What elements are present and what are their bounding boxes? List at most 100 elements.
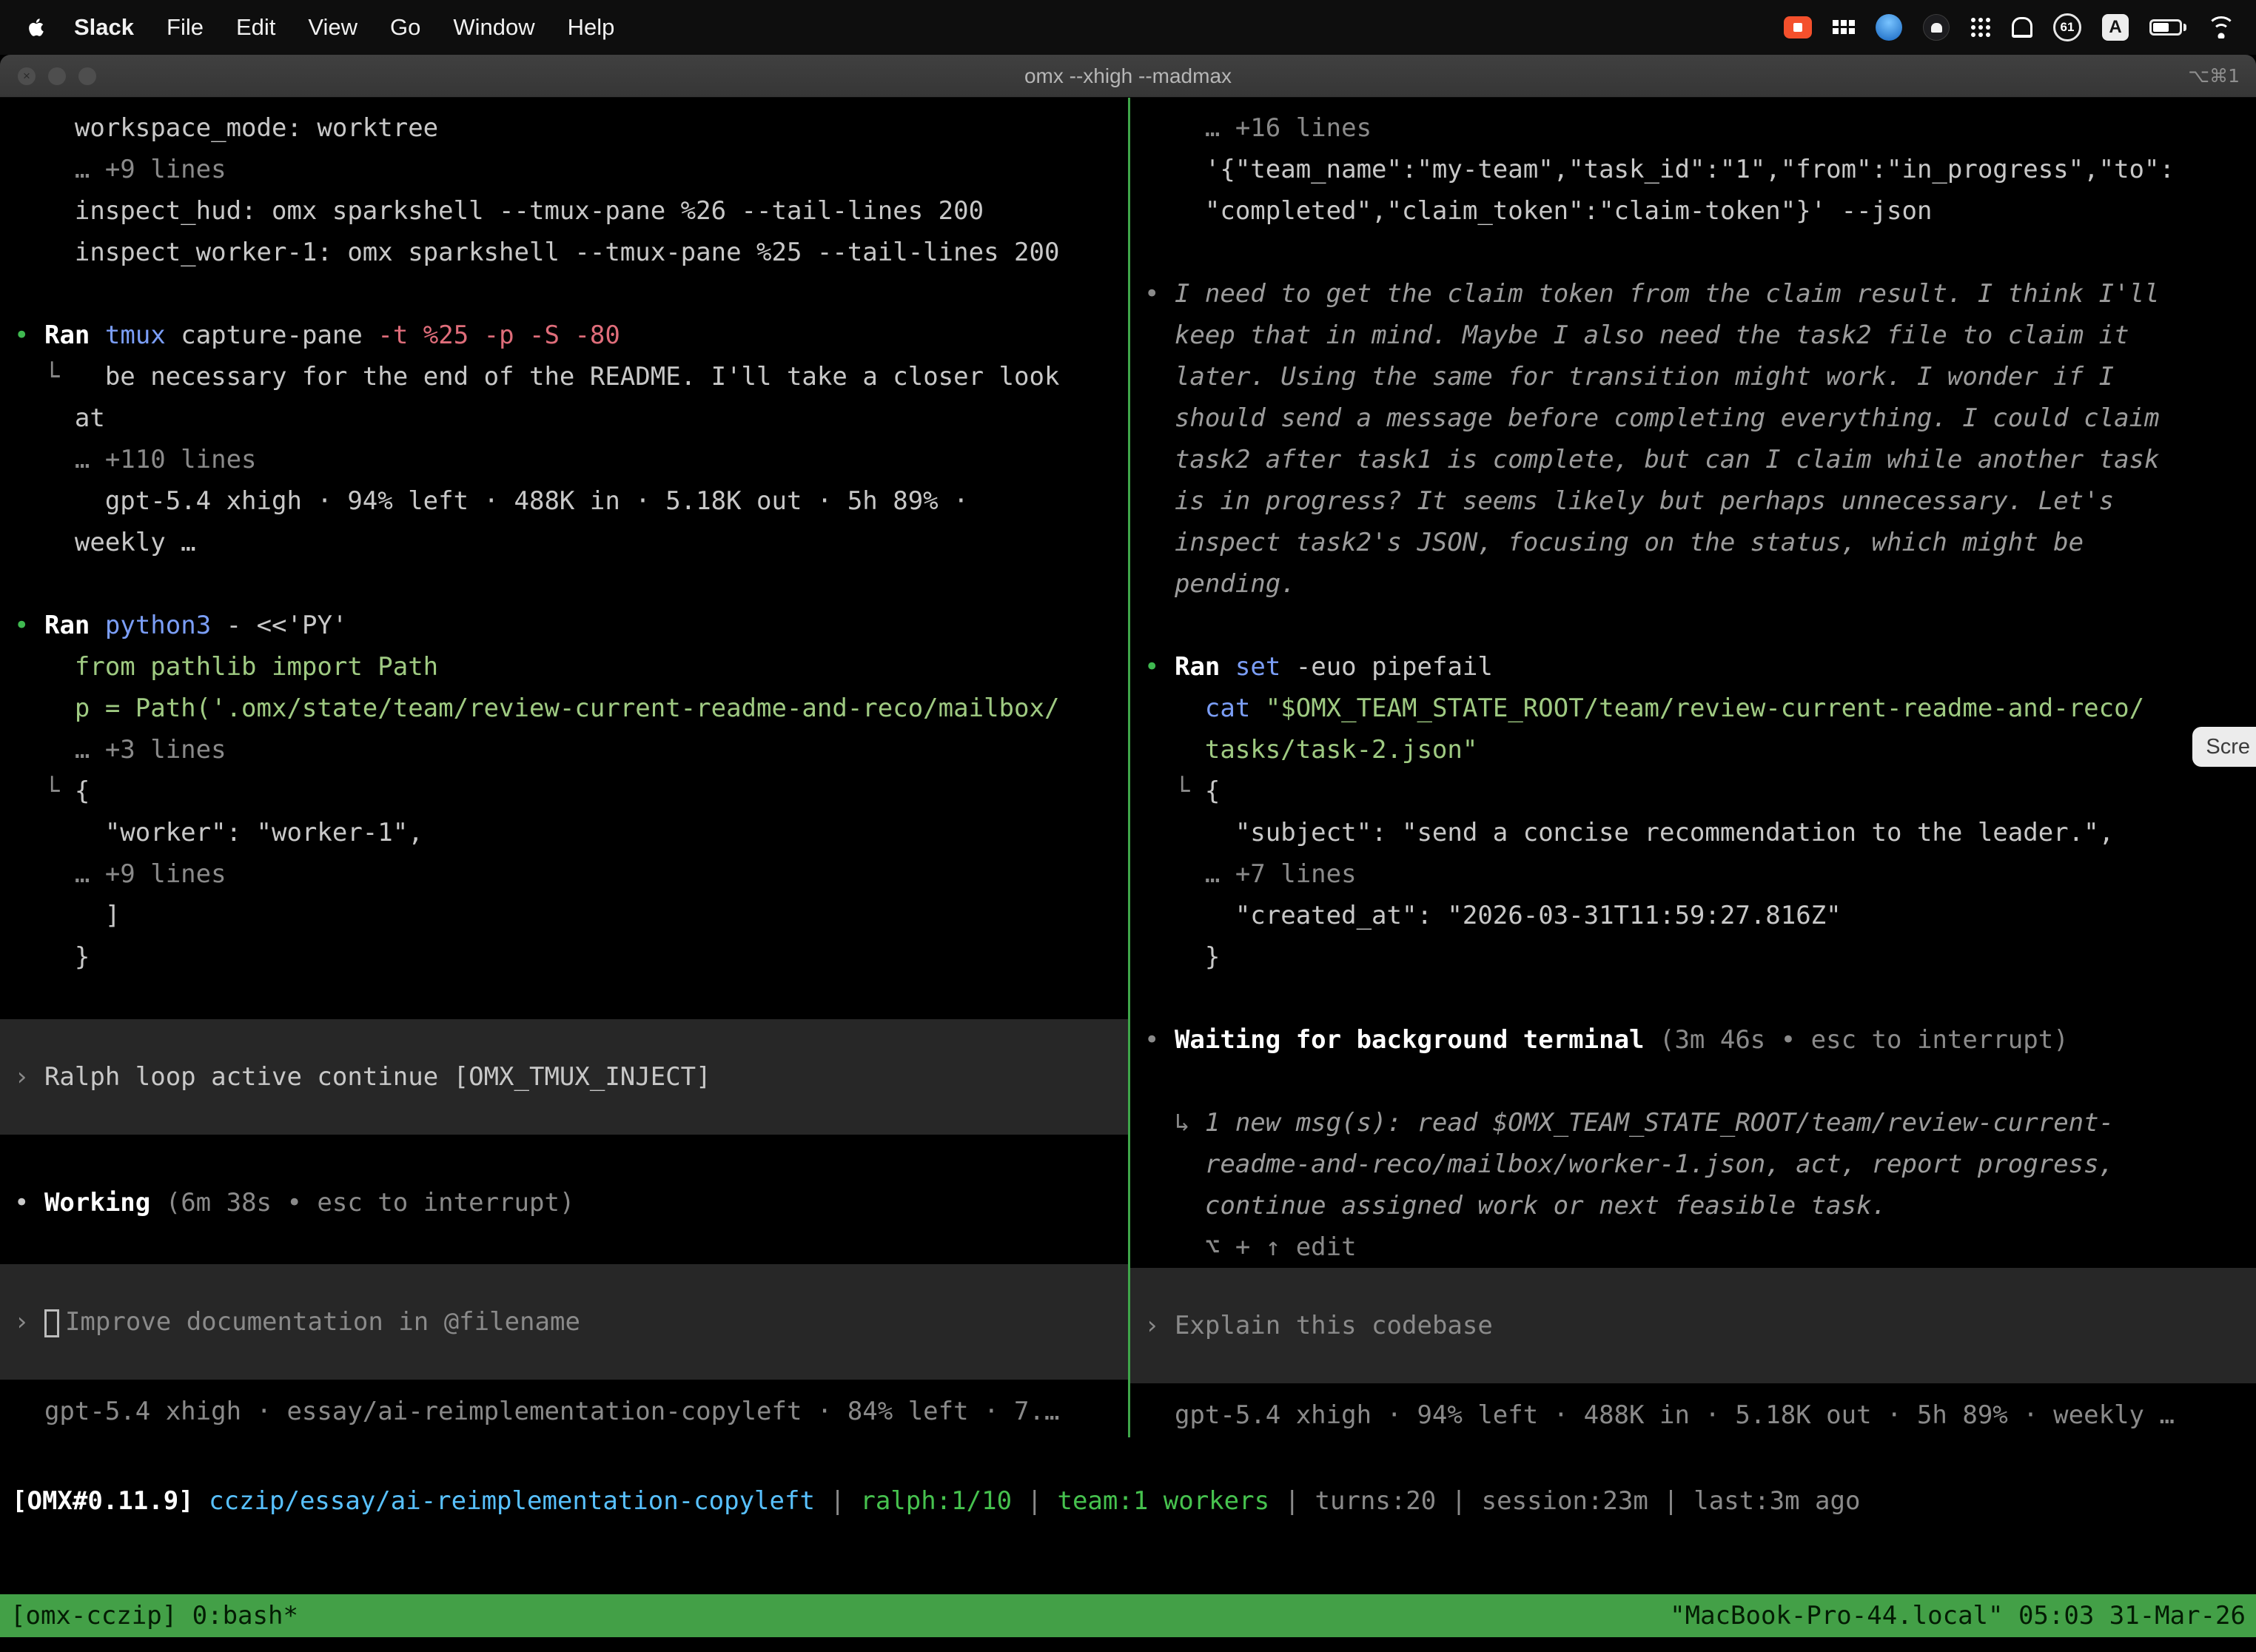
terminal-text-segment: team:1 workers bbox=[1057, 1486, 1269, 1516]
terminal-line: later. Using the same for transition mig… bbox=[1130, 356, 2256, 397]
terminal-line: "worker": "worker-1", bbox=[0, 812, 1128, 853]
minimize-button[interactable] bbox=[48, 67, 66, 85]
terminal-text-segment: p = Path('.omx/state/team/review-current… bbox=[14, 694, 1059, 723]
terminal-text-segment: └ bbox=[14, 362, 105, 392]
terminal-text-segment: cczip/essay/ai-reimplementation-copyleft bbox=[209, 1486, 815, 1516]
gauge-61-icon[interactable]: 61 bbox=[2053, 13, 2081, 41]
prompt-band[interactable]: › Ralph loop active continue [OMX_TMUX_I… bbox=[0, 1019, 1128, 1135]
terminal-line: at bbox=[0, 397, 1128, 439]
terminal-line: pending. bbox=[1130, 563, 2256, 605]
terminal-text-segment: inspect task2's JSON, focusing on the st… bbox=[1144, 528, 2084, 557]
terminal-text-segment: (6m 38s • esc to interrupt) bbox=[150, 1188, 574, 1218]
spacer bbox=[0, 1223, 1128, 1264]
terminal-text-segment: … +9 lines bbox=[14, 155, 226, 184]
terminal-line: tasks/task-2.json" bbox=[1130, 729, 2256, 770]
terminal-text-segment: … +3 lines bbox=[14, 735, 226, 765]
terminal-line: "subject": "send a concise recommendatio… bbox=[1130, 812, 2256, 853]
terminal-text-segment bbox=[1220, 652, 1235, 682]
menu-item-go[interactable]: Go bbox=[374, 14, 437, 41]
terminal-app-icon[interactable] bbox=[1923, 14, 1950, 41]
menu-item-slack[interactable]: Slack bbox=[58, 14, 150, 41]
grid-icon[interactable] bbox=[1833, 19, 1855, 36]
terminal-text-segment: { bbox=[75, 776, 90, 806]
terminal-text-segment: › bbox=[14, 1062, 44, 1092]
terminal-line: … +7 lines bbox=[1130, 853, 2256, 895]
menu-item-help[interactable]: Help bbox=[551, 14, 631, 41]
menu-item-view[interactable]: View bbox=[292, 14, 374, 41]
terminal-line: inspect_worker-1: omx sparkshell --tmux-… bbox=[0, 232, 1128, 273]
prompt-band[interactable]: › Improve documentation in @filename bbox=[0, 1264, 1128, 1380]
terminal-text-segment: from pathlib import Path bbox=[14, 652, 438, 682]
terminal-line: • Working (6m 38s • esc to interrupt) bbox=[0, 1182, 1128, 1223]
tmux-status-bar: [omx-cczip] 0:bash* "MacBook-Pro-44.loca… bbox=[0, 1594, 2256, 1637]
screen-capture-chip[interactable]: Scre bbox=[2192, 727, 2256, 767]
terminal-text-segment bbox=[1250, 694, 1265, 723]
terminal-text-segment: Improve documentation in @filename bbox=[65, 1307, 580, 1337]
terminal-line bbox=[1130, 232, 2256, 273]
terminal-text-segment: "worker": "worker-1", bbox=[14, 818, 423, 847]
terminal-text-segment: set bbox=[1235, 652, 1280, 682]
terminal-text-segment: is in progress? It seems likely but perh… bbox=[1144, 486, 2114, 516]
terminal-text-segment: › bbox=[14, 1307, 44, 1337]
terminal-text-segment: "$OMX_TEAM_STATE_ROOT/team/review-curren… bbox=[1266, 694, 2144, 723]
screen-recording-stop-icon[interactable] bbox=[1784, 16, 1812, 38]
zoom-button[interactable] bbox=[78, 67, 96, 85]
terminal-text-segment: ] bbox=[14, 901, 120, 930]
ghost-app-icon[interactable] bbox=[2012, 17, 2032, 38]
terminal-text-segment: Working bbox=[44, 1188, 150, 1218]
terminal-line: • Ran python3 - <<'PY' bbox=[0, 605, 1128, 646]
terminal-line: inspect task2's JSON, focusing on the st… bbox=[1130, 522, 2256, 563]
window-title-bar[interactable]: × omx --xhigh --madmax ⌥⌘1 bbox=[0, 55, 2256, 98]
terminal-line: gpt-5.4 xhigh · 94% left · 488K in · 5.1… bbox=[1130, 1394, 2256, 1436]
terminal-text-segment bbox=[29, 320, 44, 350]
terminal-text-segment bbox=[29, 611, 44, 640]
terminal-text-segment: (3m 46s • esc to interrupt) bbox=[1645, 1025, 2069, 1055]
terminal-text-segment: I need to get the claim token from the c… bbox=[1175, 279, 2160, 309]
terminal-text-segment: ⌥ + ↑ edit bbox=[1144, 1232, 1357, 1262]
terminal-text-segment: … +16 lines bbox=[1144, 113, 1372, 143]
battery-icon[interactable] bbox=[2149, 11, 2186, 44]
terminal-text-segment: | bbox=[1436, 1486, 1481, 1516]
wifi-icon[interactable] bbox=[2207, 16, 2235, 38]
terminal-line: └ be necessary for the end of the README… bbox=[0, 356, 1128, 397]
terminal-text-segment: weekly … bbox=[14, 528, 196, 557]
terminal-window: × omx --xhigh --madmax ⌥⌘1 workspace_mod… bbox=[0, 55, 2256, 1652]
terminal-text-segment: Ralph loop active continue [OMX_TMUX_INJ… bbox=[44, 1062, 711, 1092]
terminal-line: inspect_hud: omx sparkshell --tmux-pane … bbox=[0, 190, 1128, 232]
terminal-text-segment: | bbox=[1648, 1486, 1693, 1516]
window-shortcut-hint: ⌥⌘1 bbox=[2188, 65, 2240, 87]
terminal-text-segment: … +110 lines bbox=[14, 445, 257, 474]
terminal-text-segment: turns:20 bbox=[1315, 1486, 1436, 1516]
menu-item-window[interactable]: Window bbox=[437, 14, 551, 41]
terminal-line: is in progress? It seems likely but perh… bbox=[1130, 480, 2256, 522]
menu-items: SlackFileEditViewGoWindowHelp bbox=[58, 14, 631, 41]
terminal-text-segment: "subject": "send a concise recommendatio… bbox=[1144, 818, 2114, 847]
input-source-a-icon[interactable]: A bbox=[2102, 14, 2129, 41]
terminal-text-segment bbox=[90, 320, 104, 350]
safari-app-icon[interactable] bbox=[1876, 14, 1902, 41]
menu-bar: SlackFileEditViewGoWindowHelp 61 A bbox=[0, 0, 2256, 55]
terminal-text-segment: inspect_hud: omx sparkshell --tmux-pane … bbox=[14, 196, 984, 226]
terminal-line bbox=[1130, 978, 2256, 1019]
menu-item-edit[interactable]: Edit bbox=[220, 14, 292, 41]
terminal-line: ↳ 1 new msg(s): read $OMX_TEAM_STATE_ROO… bbox=[1130, 1102, 2256, 1144]
terminal-pane-left[interactable]: workspace_mode: worktree … +9 lines insp… bbox=[0, 98, 1128, 1437]
terminal-text-segment: ↳ bbox=[1144, 1108, 1205, 1138]
battery-nub bbox=[2183, 24, 2186, 31]
spacer bbox=[0, 1135, 1128, 1182]
terminal-text-segment: ralph:1/10 bbox=[860, 1486, 1012, 1516]
terminal-text-segment: python3 bbox=[105, 611, 211, 640]
apple-icon[interactable] bbox=[22, 11, 52, 44]
terminal-line: └ { bbox=[1130, 770, 2256, 812]
terminal-text-segment: pending. bbox=[1144, 569, 1296, 599]
menu-item-file[interactable]: File bbox=[150, 14, 220, 41]
terminal-text-segment: keep that in mind. Maybe I also need the… bbox=[1144, 320, 2129, 350]
terminal-pane-right[interactable]: … +16 lines '{"team_name":"my-team","tas… bbox=[1130, 98, 2256, 1437]
terminal-text-segment bbox=[194, 1486, 209, 1516]
terminal-text-segment: Ran bbox=[44, 611, 90, 640]
prompt-band[interactable]: › Explain this codebase bbox=[1130, 1268, 2256, 1383]
close-button[interactable]: × bbox=[18, 67, 36, 85]
dots-grid-icon[interactable] bbox=[1970, 17, 1991, 38]
terminal-text-segment: be necessary for the end of the README. … bbox=[105, 362, 1060, 392]
terminal-text-segment: later. Using the same for transition mig… bbox=[1144, 362, 2114, 392]
